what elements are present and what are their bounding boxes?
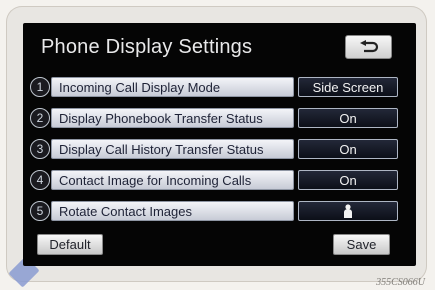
person-icon bbox=[344, 204, 352, 218]
row-number-badge: 5 bbox=[30, 201, 50, 221]
call-history-transfer-status-button[interactable]: Display Call History Transfer Status bbox=[51, 139, 294, 159]
figure-code: 355CS066U bbox=[376, 277, 425, 288]
row-number-badge: 3 bbox=[30, 139, 50, 159]
phonebook-transfer-status-value[interactable]: On bbox=[298, 108, 398, 128]
row-number-badge: 2 bbox=[30, 108, 50, 128]
rotate-contact-images-button[interactable]: Rotate Contact Images bbox=[51, 201, 294, 221]
call-history-transfer-status-value[interactable]: On bbox=[298, 139, 398, 159]
default-button[interactable]: Default bbox=[37, 234, 103, 255]
contact-image-incoming-calls-button[interactable]: Contact Image for Incoming Calls bbox=[51, 170, 294, 190]
phone-display-settings-screen: Phone Display Settings 1 Incoming Call D… bbox=[23, 23, 416, 266]
row-number-badge: 1 bbox=[30, 77, 50, 97]
rotate-contact-images-value[interactable] bbox=[298, 201, 398, 221]
back-button[interactable] bbox=[345, 35, 392, 59]
incoming-call-display-mode-value[interactable]: Side Screen bbox=[298, 77, 398, 97]
incoming-call-display-mode-button[interactable]: Incoming Call Display Mode bbox=[51, 77, 294, 97]
page-title: Phone Display Settings bbox=[41, 36, 253, 58]
return-arrow-icon bbox=[359, 40, 378, 53]
row-number-badge: 4 bbox=[30, 170, 50, 190]
save-button[interactable]: Save bbox=[333, 234, 390, 255]
phonebook-transfer-status-button[interactable]: Display Phonebook Transfer Status bbox=[51, 108, 294, 128]
contact-image-incoming-calls-value[interactable]: On bbox=[298, 170, 398, 190]
